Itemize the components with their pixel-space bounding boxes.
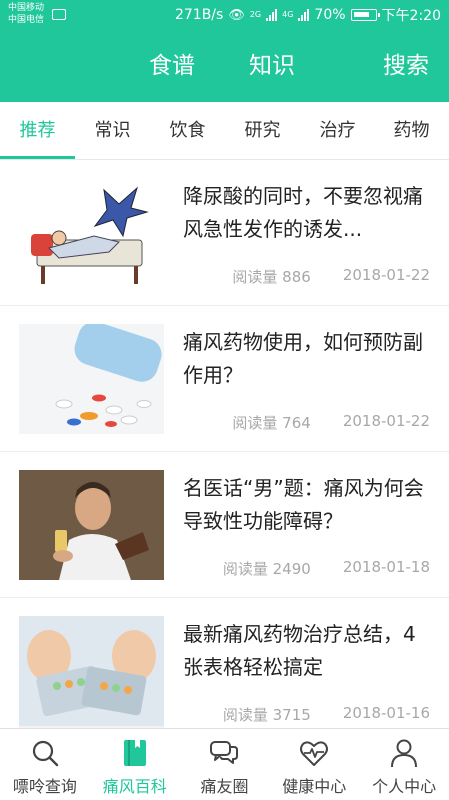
- article-thumbnail: [19, 178, 164, 288]
- article-meta: 阅读量 3715 2018-01-16: [223, 704, 430, 725]
- signal-icon-2: [298, 9, 310, 21]
- article-date: 2018-01-16: [342, 704, 430, 722]
- article-item[interactable]: 降尿酸的同时，不要忽视痛风急性发作的诱发... 阅读量 886 2018-01-…: [0, 160, 449, 306]
- nav-label: 个人中心: [372, 777, 437, 796]
- heart-pulse-icon: [299, 738, 329, 768]
- tab-medicine[interactable]: 药物: [374, 102, 449, 160]
- article-title: 痛风药物使用，如何预防副作用？: [183, 330, 423, 387]
- person-icon: [389, 738, 419, 768]
- article-title: 名医话“男”题：痛风为何会导致性功能障碍？: [183, 476, 424, 533]
- nav-personal-center[interactable]: 个人中心: [359, 729, 449, 800]
- nav-label: 痛友圈: [200, 777, 249, 796]
- book-icon: [120, 738, 150, 768]
- search-button[interactable]: 搜索: [383, 30, 429, 102]
- signal-icon-1: [266, 9, 278, 21]
- carrier-info: 中国移动 中国电信: [8, 2, 44, 26]
- nav-label: 健康中心: [282, 777, 347, 796]
- category-tabs: 推荐 常识 饮食 研究 治疗 药物: [0, 102, 449, 160]
- network-speed: 271B/s: [174, 7, 224, 23]
- read-count: 阅读量 764: [232, 414, 311, 432]
- nav-purine-search[interactable]: 嘌呤查询: [0, 729, 90, 800]
- battery-icon: [350, 9, 380, 21]
- chat-bubbles-icon: [209, 738, 239, 768]
- article-title: 最新痛风药物治疗总结，4张表格轻松搞定: [183, 622, 416, 679]
- read-count: 阅读量 2490: [222, 560, 311, 578]
- article-date: 2018-01-22: [342, 266, 430, 284]
- article-meta: 阅读量 886 2018-01-22: [232, 266, 430, 287]
- read-count: 阅读量 886: [232, 268, 311, 286]
- article-item[interactable]: 最新痛风药物治疗总结，4张表格轻松搞定 阅读量 3715 2018-01-16: [0, 598, 449, 728]
- article-meta: 阅读量 764 2018-01-22: [232, 412, 430, 433]
- article-item[interactable]: 名医话“男”题：痛风为何会导致性功能障碍？ 阅读量 2490 2018-01-1…: [0, 452, 449, 598]
- tab-recommend[interactable]: 推荐: [0, 102, 75, 160]
- tab-research[interactable]: 研究: [225, 102, 300, 160]
- carrier-2: 中国电信: [8, 15, 45, 25]
- article-item[interactable]: 痛风药物使用，如何预防副作用？ 阅读量 764 2018-01-22: [0, 306, 449, 452]
- bottom-nav: 嘌呤查询 痛风百科 痛友圈 健康中心 个人中心: [0, 728, 449, 800]
- article-thumbnail: [19, 616, 164, 728]
- network-type-2: 4G: [282, 10, 294, 19]
- search-icon: [30, 738, 60, 768]
- read-count: 阅读量 3715: [222, 706, 311, 724]
- tab-common-sense[interactable]: 常识: [75, 102, 150, 160]
- clock: 下午2:20: [381, 8, 441, 24]
- recipes-button[interactable]: 食谱: [149, 30, 195, 102]
- battery-percent: 70%: [314, 7, 346, 23]
- article-thumbnail: [19, 470, 164, 580]
- tab-diet[interactable]: 饮食: [150, 102, 225, 160]
- article-thumbnail: [19, 324, 164, 434]
- eye-icon: 👁: [228, 7, 245, 23]
- article-date: 2018-01-18: [342, 558, 430, 576]
- article-meta: 阅读量 2490 2018-01-18: [223, 558, 430, 579]
- app-header: 食谱 知识 搜索: [0, 30, 449, 102]
- status-indicators: 271B/s 👁 2G 4G 70% 下午2:20: [175, 6, 441, 24]
- article-date: 2018-01-22: [342, 412, 430, 430]
- tab-treatment[interactable]: 治疗: [300, 102, 375, 160]
- activity-icon: [52, 9, 66, 20]
- status-bar: 中国移动 中国电信 271B/s 👁 2G 4G 70% 下午2:20: [0, 0, 449, 30]
- tab-indicator: [0, 156, 75, 159]
- carrier-1: 中国移动: [8, 3, 45, 13]
- nav-gout-encyclopedia[interactable]: 痛风百科: [90, 729, 180, 800]
- knowledge-button[interactable]: 知识: [249, 30, 295, 102]
- network-type-1: 2G: [249, 10, 262, 19]
- article-title: 降尿酸的同时，不要忽视痛风急性发作的诱发...: [183, 184, 423, 241]
- nav-label: 痛风百科: [102, 777, 167, 796]
- nav-patient-circle[interactable]: 痛友圈: [180, 729, 270, 800]
- nav-label: 嘌呤查询: [12, 777, 77, 796]
- nav-health-center[interactable]: 健康中心: [269, 729, 359, 800]
